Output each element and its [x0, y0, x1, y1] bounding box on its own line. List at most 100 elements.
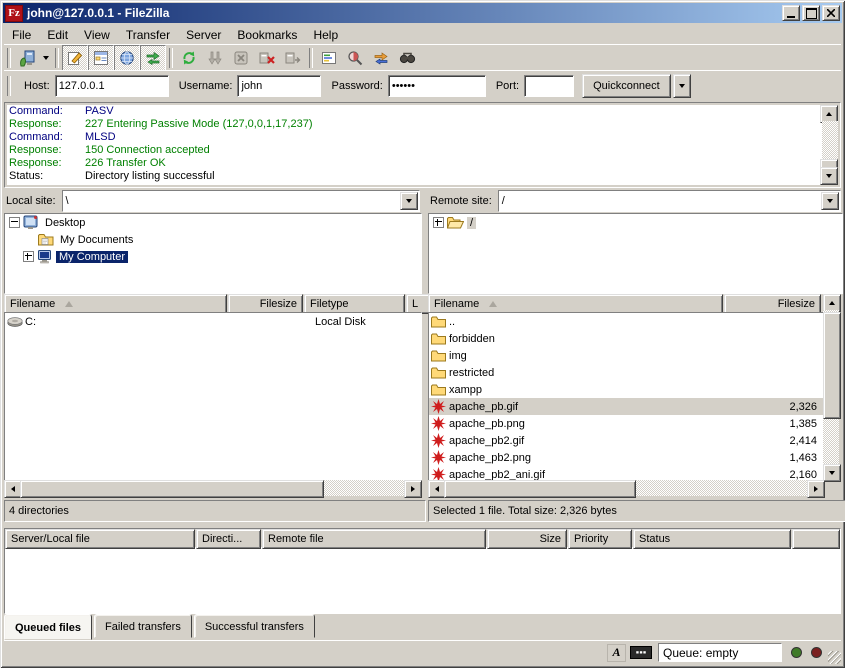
site-manager-dropdown[interactable]: [40, 46, 52, 70]
log-message: 150 Connection accepted: [85, 144, 210, 157]
speed-limit-icon[interactable]: ▪▪▪: [630, 646, 652, 659]
username-input[interactable]: [237, 75, 321, 97]
arrow-left-icon: [11, 486, 15, 492]
toggle-local-tree-button[interactable]: [88, 45, 114, 71]
password-input[interactable]: [388, 75, 486, 97]
remote-file-row-selected[interactable]: apache_pb.gif 2,326: [429, 398, 823, 415]
queue-column-direction[interactable]: Directi...: [196, 529, 261, 549]
remote-folder-row[interactable]: ..: [429, 313, 823, 330]
file-name: restricted: [449, 367, 725, 379]
log-label: Response:: [9, 118, 85, 131]
chevron-down-icon: [43, 56, 49, 60]
close-button[interactable]: [822, 5, 840, 21]
expand-icon[interactable]: [433, 217, 444, 228]
cancel-button[interactable]: [228, 45, 254, 71]
filter-button[interactable]: [316, 45, 342, 71]
host-input[interactable]: [55, 75, 169, 97]
scroll-right-button[interactable]: [404, 480, 422, 498]
file-type: Local Disk: [315, 316, 415, 328]
chevron-down-icon[interactable]: [400, 192, 418, 210]
collapse-icon[interactable]: [9, 217, 20, 228]
file-name: ..: [449, 316, 725, 328]
remote-file-row[interactable]: apache_pb2.gif 2,414: [429, 432, 823, 449]
refresh-button[interactable]: [176, 45, 202, 71]
file-size: 1,385: [725, 418, 823, 430]
remote-site-combo[interactable]: /: [498, 190, 841, 212]
tree-item-my-documents[interactable]: My Documents: [5, 231, 421, 248]
title-bar[interactable]: Fz john@127.0.0.1 - FileZilla: [3, 3, 842, 23]
menu-view[interactable]: View: [76, 26, 118, 44]
menu-edit[interactable]: Edit: [39, 26, 76, 44]
queue-header: Server/Local file Directi... Remote file…: [5, 529, 840, 547]
local-column-filetype[interactable]: Filetype: [304, 294, 405, 314]
scrollbar-thumb[interactable]: [20, 480, 324, 498]
quickconnect-button[interactable]: Quickconnect: [582, 74, 671, 98]
transfer-type-icon[interactable]: A: [607, 644, 626, 662]
quickconnect-dropdown[interactable]: [673, 74, 691, 98]
message-log-text[interactable]: Command:PASV Response:227 Entering Passi…: [7, 105, 822, 185]
tab-queued-files[interactable]: Queued files: [4, 614, 92, 640]
remote-folder-row[interactable]: xampp: [429, 381, 823, 398]
tree-item-root[interactable]: /: [429, 214, 842, 231]
menu-bookmarks[interactable]: Bookmarks: [229, 26, 305, 44]
queue-column-local-file[interactable]: Server/Local file: [5, 529, 195, 549]
log-label: Command:: [9, 131, 85, 144]
status-bar: A ▪▪▪ Queue: empty: [4, 640, 841, 664]
process-queue-button[interactable]: [202, 45, 228, 71]
sort-ascending-icon: [489, 301, 497, 307]
menu-server[interactable]: Server: [178, 26, 229, 44]
reconnect-button[interactable]: [280, 45, 306, 71]
tab-failed-transfers[interactable]: Failed transfers: [94, 614, 192, 638]
toggle-transfer-queue-button[interactable]: [140, 45, 166, 71]
resize-grip[interactable]: [828, 651, 841, 664]
file-size: 2,414: [725, 435, 823, 447]
app-icon[interactable]: Fz: [5, 5, 23, 22]
remote-file-row[interactable]: apache_pb2.png 1,463: [429, 449, 823, 466]
scroll-right-button[interactable]: [807, 480, 825, 498]
queue-column-remote-file[interactable]: Remote file: [262, 529, 486, 549]
local-site-combo[interactable]: \: [62, 190, 420, 212]
port-label: Port:: [496, 80, 519, 92]
scrollbar-thumb[interactable]: [444, 480, 636, 498]
tree-item-desktop[interactable]: Desktop: [5, 214, 421, 231]
site-manager-button[interactable]: [14, 45, 40, 71]
remote-column-filename[interactable]: Filename: [428, 294, 723, 314]
scroll-down-button[interactable]: [820, 167, 838, 185]
find-files-button[interactable]: [394, 45, 420, 71]
maximize-button[interactable]: [802, 5, 820, 21]
remote-folder-row[interactable]: img: [429, 347, 823, 364]
arrow-right-icon: [814, 486, 818, 492]
port-input[interactable]: [524, 75, 574, 97]
disconnect-button[interactable]: [254, 45, 280, 71]
queue-column-blank[interactable]: [792, 529, 840, 549]
minimize-button[interactable]: [782, 5, 800, 21]
filter-icon: [321, 50, 337, 66]
local-file-row[interactable]: C: Local Disk: [5, 313, 421, 330]
local-column-filename[interactable]: Filename: [4, 294, 227, 314]
toolbar-grip: [7, 48, 11, 68]
menu-file[interactable]: File: [4, 26, 39, 44]
chevron-down-icon[interactable]: [821, 192, 839, 210]
password-label: Password:: [331, 80, 382, 92]
remote-folder-row[interactable]: restricted: [429, 364, 823, 381]
directory-comparison-button[interactable]: [342, 45, 368, 71]
expand-icon[interactable]: [23, 251, 34, 262]
remote-file-row[interactable]: apache_pb.png 1,385: [429, 415, 823, 432]
toggle-message-log-button[interactable]: [62, 45, 88, 71]
log-message: PASV: [85, 105, 114, 118]
queue-column-status[interactable]: Status: [633, 529, 791, 549]
tree-item-my-computer[interactable]: My Computer: [5, 248, 421, 265]
queue-column-priority[interactable]: Priority: [568, 529, 632, 549]
synchronized-browsing-button[interactable]: [368, 45, 394, 71]
tab-successful-transfers[interactable]: Successful transfers: [194, 614, 315, 638]
menu-help[interactable]: Help: [305, 26, 346, 44]
remote-column-filesize[interactable]: Filesize: [724, 294, 821, 314]
scroll-down-button[interactable]: [823, 464, 841, 482]
queue-column-size[interactable]: Size: [487, 529, 567, 549]
toggle-remote-tree-button[interactable]: [114, 45, 140, 71]
scrollbar-thumb[interactable]: [823, 312, 841, 419]
menu-transfer[interactable]: Transfer: [118, 26, 178, 44]
remote-site-value: /: [499, 195, 820, 207]
local-column-filesize[interactable]: Filesize: [228, 294, 303, 314]
remote-folder-row[interactable]: forbidden: [429, 330, 823, 347]
